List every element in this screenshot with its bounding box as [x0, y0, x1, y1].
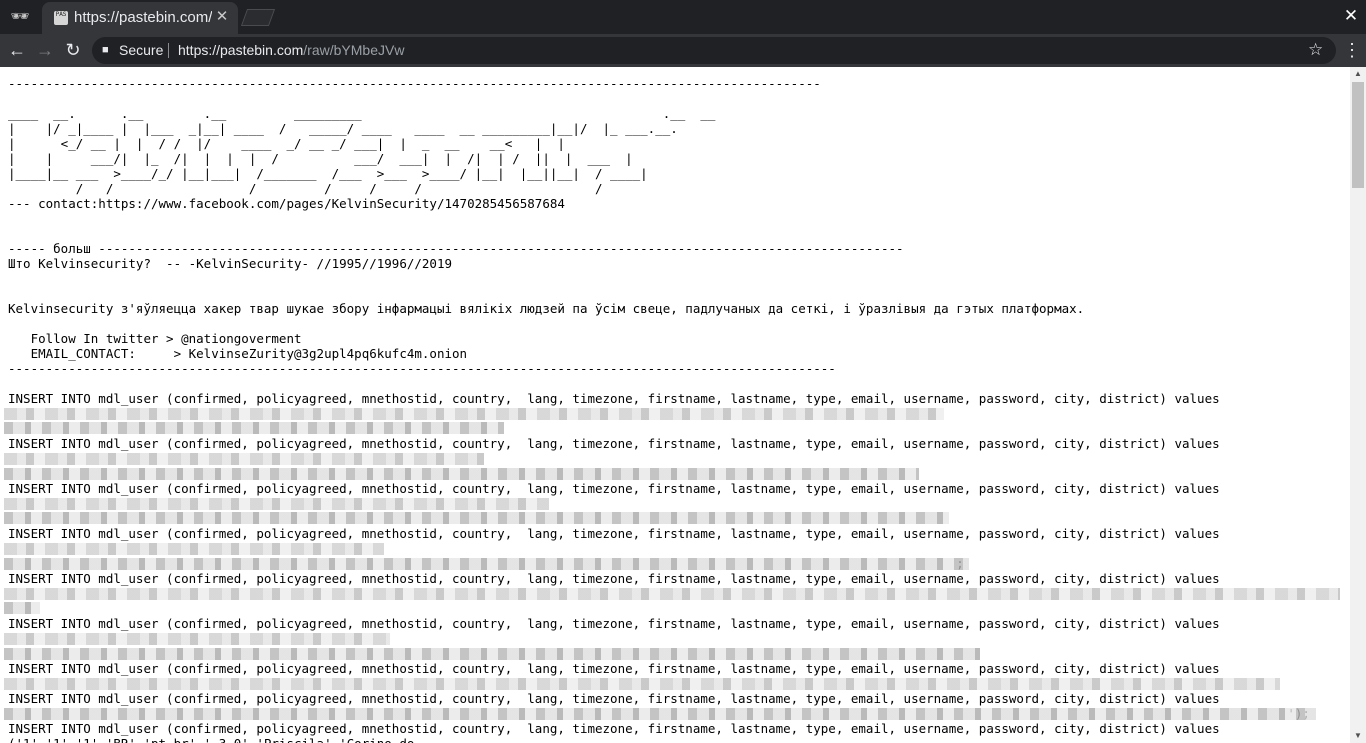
- redacted-data: [4, 602, 40, 614]
- paste-line: Што Kelvinsecurity? -- -KelvinSecurity- …: [8, 256, 453, 271]
- window-close-icon[interactable]: ✕: [1340, 5, 1362, 27]
- browser-toolbar: ← → ↻ ■ Secure https://pastebin.com/raw/…: [0, 34, 1366, 67]
- paste-line: / / / / / / /: [8, 181, 603, 196]
- redacted-data: [4, 512, 949, 524]
- tab-title: https://pastebin.com/raw/bYMbeJVw: [74, 9, 212, 26]
- arrow-left-icon[interactable]: ←: [5, 38, 29, 62]
- paste-line: ____ __. .__ .__ _________ .__ __: [8, 106, 716, 121]
- redacted-data: [4, 408, 944, 420]
- scroll-down-icon[interactable]: ▼: [1350, 729, 1366, 743]
- redacted-data: [4, 453, 484, 465]
- paste-line: INSERT INTO mdl_user (confirmed, policya…: [8, 691, 1220, 706]
- scroll-up-icon[interactable]: ▲: [1350, 67, 1366, 81]
- url-path: /raw/bYMbeJVw: [303, 42, 405, 58]
- paste-line: | |/ _|____ | |___ _|__| ____ / _____/ _…: [8, 121, 678, 136]
- address-bar[interactable]: ■ Secure https://pastebin.com/raw/bYMbeJ…: [92, 37, 1336, 64]
- incognito-icon: 🕶: [10, 8, 30, 25]
- address-divider: [168, 43, 169, 58]
- redacted-data: [4, 558, 969, 570]
- paste-line: EMAIL_CONTACT: > KelvinseZurity@3g2upl4p…: [8, 346, 468, 361]
- redacted-data: [4, 543, 384, 555]
- paste-line: INSERT INTO mdl_user (confirmed, policya…: [8, 616, 1220, 631]
- redacted-data: [4, 422, 504, 434]
- redacted-data: [4, 498, 549, 510]
- lock-icon[interactable]: ■: [102, 43, 112, 58]
- security-label[interactable]: Secure: [119, 42, 163, 58]
- paste-line: INSERT INTO mdl_user (confirmed, policya…: [8, 391, 1220, 406]
- new-tab-button[interactable]: [240, 9, 276, 26]
- paste-line: ----- больш ----------------------------…: [8, 241, 904, 256]
- paste-line: ('1','1','1','BR','pt_br','-3.0','Prisci…: [8, 736, 414, 743]
- paste-line: Kelvinsecurity з'яўляецца хакер твар шук…: [8, 301, 1085, 316]
- paste-line: ----------------------------------------…: [8, 361, 836, 376]
- redacted-data: [4, 648, 980, 660]
- paste-line: | | ___/| |_ /| | | | / ___/ ___| | /| |…: [8, 151, 633, 166]
- reload-icon[interactable]: ↻: [61, 38, 85, 62]
- paste-line: INSERT INTO mdl_user (confirmed, policya…: [8, 481, 1220, 496]
- paste-content: ----------------------------------------…: [0, 67, 1350, 743]
- paste-line: Follow In twitter > @nationgoverment: [8, 331, 302, 346]
- redacted-data: [4, 633, 390, 645]
- paste-line: | <_/ __ | | / / |/ ____ _/ __ _/ ___| |…: [8, 136, 565, 151]
- paste-line: INSERT INTO mdl_user (confirmed, policya…: [8, 721, 1220, 736]
- redacted-data: [4, 468, 919, 480]
- paste-line: INSERT INTO mdl_user (confirmed, policya…: [8, 436, 1220, 451]
- url-text[interactable]: https://pastebin.com/raw/bYMbeJVw: [178, 42, 404, 58]
- redacted-data: [4, 588, 1340, 600]
- redacted-data: [4, 678, 1280, 690]
- kebab-menu-icon[interactable]: ⋮: [1342, 38, 1362, 62]
- arrow-right-icon[interactable]: →: [33, 38, 57, 62]
- paste-line: INSERT INTO mdl_user (confirmed, policya…: [8, 571, 1220, 586]
- favicon: PAS: [54, 11, 68, 25]
- paste-line: --- contact:https://www.facebook.com/pag…: [8, 196, 565, 211]
- tab-strip: 🕶 PAS https://pastebin.com/raw/bYMbeJVw …: [0, 0, 1366, 34]
- paste-line: INSERT INTO mdl_user (confirmed, policya…: [8, 526, 1220, 541]
- scrollbar-thumb[interactable]: [1352, 82, 1364, 188]
- redacted-data: [4, 708, 1316, 720]
- url-host: https://pastebin.com: [178, 42, 304, 58]
- browser-tab[interactable]: PAS https://pastebin.com/raw/bYMbeJVw ✕: [42, 2, 238, 34]
- paste-line: |____|__ ___ >____/_/ |__|___| /_______ …: [8, 166, 648, 181]
- paste-line: INSERT INTO mdl_user (confirmed, policya…: [8, 661, 1220, 676]
- star-icon[interactable]: ☆: [1308, 40, 1323, 60]
- paste-line: ----------------------------------------…: [8, 76, 821, 91]
- close-icon[interactable]: ✕: [214, 8, 230, 26]
